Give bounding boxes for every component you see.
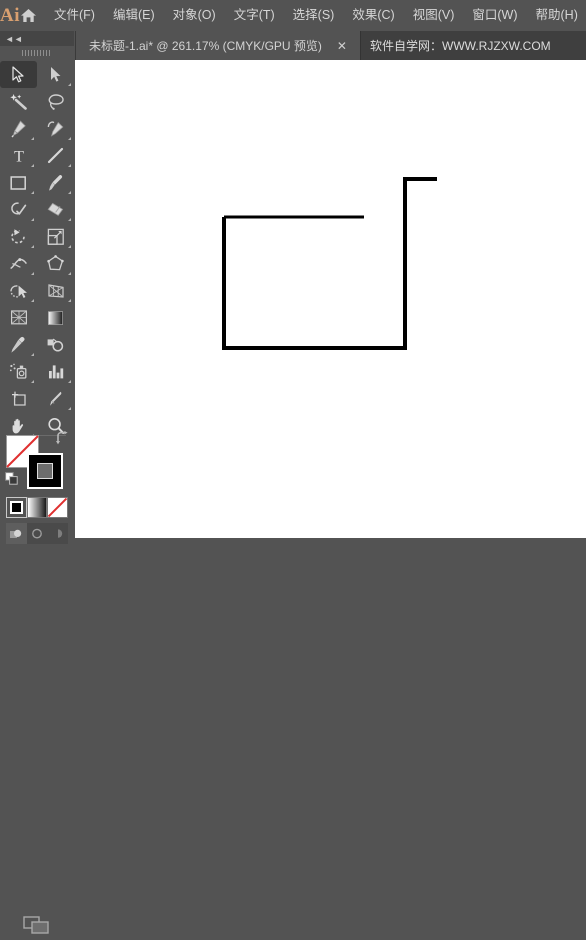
- shape-builder-tool[interactable]: [0, 277, 37, 304]
- close-icon[interactable]: ✕: [336, 40, 348, 52]
- menu-view[interactable]: 视图(V): [404, 0, 464, 31]
- menu-type[interactable]: 文字(T): [225, 0, 284, 31]
- menu-file[interactable]: 文件(F): [45, 0, 104, 31]
- pen-tool[interactable]: [0, 115, 37, 142]
- tools-panel: ◄◄: [0, 31, 76, 538]
- width-tool[interactable]: [0, 250, 37, 277]
- draw-normal-mode-button[interactable]: [6, 523, 27, 544]
- rectangle-open-path: [224, 179, 437, 348]
- app-logo: Ai: [0, 0, 20, 31]
- tool-grid: T: [0, 61, 74, 439]
- menu-help[interactable]: 帮助(H): [527, 0, 586, 31]
- gradient-tool[interactable]: [37, 304, 74, 331]
- rotate-tool[interactable]: [0, 223, 37, 250]
- selection-tool[interactable]: [0, 61, 37, 88]
- gradient-mode-button[interactable]: [27, 497, 48, 518]
- menu-object[interactable]: 对象(O): [164, 0, 225, 31]
- perspective-grid-tool[interactable]: [37, 277, 74, 304]
- default-fill-stroke-icon[interactable]: [5, 472, 19, 491]
- color-mode-button[interactable]: [6, 497, 27, 518]
- document-tab-bar: 未标题-1.ai* @ 261.17% (CMYK/GPU 预览) ✕ 软件自学…: [0, 31, 586, 60]
- swap-fill-stroke-icon[interactable]: [55, 431, 69, 450]
- none-mode-button[interactable]: [47, 497, 68, 518]
- eraser-tool[interactable]: [37, 196, 74, 223]
- free-transform-tool[interactable]: [37, 250, 74, 277]
- direct-selection-tool[interactable]: [37, 61, 74, 88]
- document-tab-title: 未标题-1.ai* @ 261.17% (CMYK/GPU 预览): [89, 37, 322, 54]
- document-tab[interactable]: 未标题-1.ai* @ 261.17% (CMYK/GPU 预览) ✕: [75, 31, 361, 60]
- line-segment-tool[interactable]: [37, 142, 74, 169]
- menu-select[interactable]: 选择(S): [284, 0, 344, 31]
- menu-window[interactable]: 窗口(W): [463, 0, 526, 31]
- draw-behind-mode-button[interactable]: [27, 523, 48, 544]
- panel-drag-grip[interactable]: [0, 46, 74, 59]
- svg-text:T: T: [14, 149, 24, 165]
- home-icon[interactable]: [20, 0, 37, 31]
- fill-stroke-controls: [0, 405, 74, 538]
- menu-item-list: 文件(F) 编辑(E) 对象(O) 文字(T) 选择(S) 效果(C) 视图(V…: [45, 0, 586, 31]
- draw-inside-mode-button[interactable]: [47, 523, 68, 544]
- eyedropper-tool[interactable]: [0, 331, 37, 358]
- lasso-tool[interactable]: [37, 88, 74, 115]
- scale-tool[interactable]: [37, 223, 74, 250]
- document-canvas[interactable]: [75, 60, 586, 538]
- watermark-text: 软件自学网：WWW.RJZXW.COM: [370, 31, 551, 60]
- symbol-sprayer-tool[interactable]: [0, 358, 37, 385]
- illustrator-window: Ai 文件(F) 编辑(E) 对象(O) 文字(T) 选择(S) 效果(C) 视…: [0, 0, 586, 538]
- blend-tool[interactable]: [37, 331, 74, 358]
- column-graph-tool[interactable]: [37, 358, 74, 385]
- rectangle-tool[interactable]: [0, 169, 37, 196]
- stroke-swatch[interactable]: [27, 453, 63, 489]
- menu-effect[interactable]: 效果(C): [343, 0, 403, 31]
- type-tool[interactable]: T: [0, 142, 37, 169]
- paintbrush-tool[interactable]: [37, 169, 74, 196]
- curvature-tool[interactable]: [37, 115, 74, 142]
- change-screen-mode-icon[interactable]: [0, 910, 74, 940]
- menu-edit[interactable]: 编辑(E): [104, 0, 164, 31]
- shaper-tool[interactable]: [0, 196, 37, 223]
- menu-bar: Ai 文件(F) 编辑(E) 对象(O) 文字(T) 选择(S) 效果(C) 视…: [0, 0, 586, 31]
- magic-wand-tool[interactable]: [0, 88, 37, 115]
- draw-mode-buttons: [6, 523, 68, 544]
- mesh-tool[interactable]: [0, 304, 37, 331]
- open-path-artwork: [75, 60, 586, 538]
- fill-mode-buttons: [6, 497, 68, 518]
- collapse-panel-icon[interactable]: ◄◄: [0, 31, 74, 46]
